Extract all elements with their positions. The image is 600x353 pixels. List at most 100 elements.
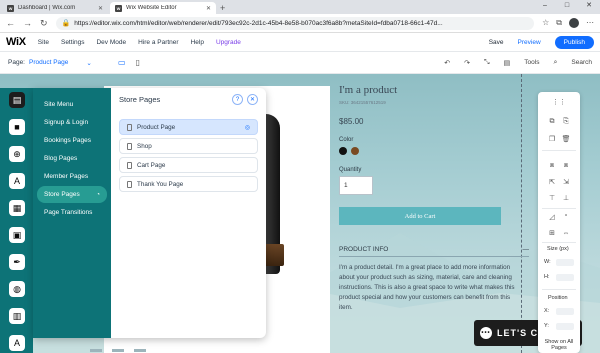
divider [542,208,576,209]
y-field[interactable] [556,323,574,330]
blog-button[interactable]: ✒ [9,254,25,270]
back-arrow-icon[interactable]: ← [6,18,15,28]
new-tab-icon[interactable]: + [220,3,225,13]
menu-upgrade[interactable]: Upgrade [216,39,241,46]
height-field[interactable] [556,274,574,281]
align-icon[interactable]: ⊥ [562,194,570,202]
media-button[interactable]: ▣ [9,227,25,243]
more-icon[interactable]: ⋯ [586,18,594,28]
menu-settings[interactable]: Settings [61,39,85,46]
panel-item-store-pages[interactable]: Store Pages ◔ [37,186,107,203]
pages-panel: Site Menu Signup & Login Bookings Pages … [33,88,266,338]
panel-item-signup-login[interactable]: Signup & Login [37,114,107,131]
avatar[interactable] [569,18,579,28]
add-elements-button[interactable]: ⊕ [9,146,25,162]
help-icon[interactable]: ? [232,94,243,105]
page-row-product-page[interactable]: Product Page ◎ [119,119,258,135]
bottom-mark [90,349,102,352]
x-field[interactable] [556,308,574,315]
menu-hire-partner[interactable]: Hire a Partner [138,39,178,46]
undo-icon[interactable]: ↶ [444,59,450,67]
collections-icon[interactable]: ⧉ [556,18,562,28]
bookings-button[interactable]: ▥ [9,308,25,324]
wix-logo[interactable]: WiX [6,36,26,48]
add-apps-button[interactable]: ▦ [9,200,25,216]
minimize-button[interactable]: – [534,0,556,12]
close-tab-icon[interactable]: ✕ [98,5,103,12]
product-info-header[interactable]: PRODUCT INFO — [339,246,529,257]
arrange-icon[interactable]: ⧈ [562,162,570,170]
panel-item-site-menu[interactable]: Site Menu [37,96,107,113]
align-icon[interactable]: ⇲ [562,178,570,186]
reload-icon[interactable]: ↻ [40,18,48,29]
page-row-cart-page[interactable]: Cart Page [119,157,258,173]
menu-dev-mode[interactable]: Dev Mode [96,39,126,46]
copy-icon[interactable]: ⧉ [548,118,556,126]
arrange-icon[interactable]: ⧈ [548,162,556,170]
quantity-stepper[interactable]: 1 [339,176,373,195]
close-tab-icon[interactable]: ✕ [206,5,211,12]
page-settings-icon[interactable]: ◎ [245,124,250,131]
page-row-shop[interactable]: Shop [119,138,258,154]
wix-favicon-icon: W [115,4,122,12]
plus-icon: ⊕ [13,148,21,159]
square-icon: ■ [14,122,20,132]
show-on-all-pages-toggle[interactable]: Show on All Pages [541,339,577,351]
panel-item-page-transitions[interactable]: Page Transitions [37,204,107,221]
redo-icon[interactable]: ↷ [464,59,470,67]
tab-editor[interactable]: W Wix Website Editor ✕ [110,2,216,14]
tools-button[interactable]: Tools [524,59,539,66]
design-button[interactable]: ■ [9,119,25,135]
tools-icon[interactable]: ▤ [504,59,511,67]
search-button[interactable]: Search [571,59,592,66]
menu-help[interactable]: Help [191,39,204,46]
panel-item-member-pages[interactable]: Member Pages [37,168,107,185]
panel-item-blog-pages[interactable]: Blog Pages [37,150,107,167]
add-to-cart-button[interactable]: Add to Cart [339,207,501,225]
width-field[interactable] [556,259,574,266]
color-swatch-brown[interactable] [351,147,359,155]
pages-menu-button[interactable]: ▤ [9,92,25,108]
forward-arrow-icon[interactable]: → [23,18,32,28]
mobile-icon[interactable]: ▯ [136,58,140,67]
preview-button[interactable]: Preview [518,39,541,46]
drag-handle-icon[interactable]: ⋮⋮ [552,98,566,106]
page-icon [127,142,132,150]
letter-icon: A [13,338,20,348]
window-controls: – □ ✕ [534,0,600,12]
store-button[interactable]: ◍ [9,281,25,297]
duplicate-icon[interactable]: ❐ [548,135,556,143]
degree-icon[interactable]: ° [562,213,570,221]
publish-button[interactable]: Publish [554,35,594,49]
maximize-button[interactable]: □ [556,0,578,12]
tab-dashboard[interactable]: W Dashboard | Wix.com ✕ [2,2,108,14]
save-button[interactable]: Save [489,39,504,46]
distribute-icon[interactable]: ⊞ [548,229,556,237]
url-field[interactable]: 🔒 https://editor.wix.com/html/editor/web… [55,16,535,30]
align-icon[interactable]: ⊤ [548,194,556,202]
star-icon[interactable]: ☆ [542,18,549,28]
text-button[interactable]: A [9,335,25,351]
page-row-thank-you-page[interactable]: Thank You Page [119,176,258,192]
collapse-icon[interactable]: — [523,246,530,253]
close-icon[interactable]: ✕ [247,94,258,105]
product-title[interactable]: I'm a product [339,84,509,96]
site-design-button[interactable]: A [9,173,25,189]
store-pages-list: Store Pages ? ✕ Product Page ◎ Shop Cart… [111,88,266,338]
zoom-out-icon[interactable]: ⤡ [484,59,490,67]
delete-icon[interactable]: 🗑 [562,135,571,143]
align-icon[interactable]: ⇱ [548,178,556,186]
desktop-icon[interactable]: ▭ [118,58,126,67]
close-window-button[interactable]: ✕ [578,0,600,12]
rotate-icon[interactable]: ◿ [548,213,556,221]
page-selector[interactable]: Page: Product Page ⌄ [8,59,108,67]
panel-item-bookings-pages[interactable]: Bookings Pages [37,132,107,149]
color-swatch-black[interactable] [339,147,347,155]
paste-icon[interactable]: ⎘ [562,118,570,126]
apps-icon: ▦ [12,202,22,213]
search-icon[interactable]: ⌕ [553,59,557,67]
menu-site[interactable]: Site [38,39,49,46]
stretch-icon[interactable]: ⇔ [562,229,570,237]
wix-editor-topbar: WiX Site Settings Dev Mode Hire a Partne… [0,33,600,52]
product-details: I'm a product SKU: 36421557612519 $85.00… [339,84,529,313]
